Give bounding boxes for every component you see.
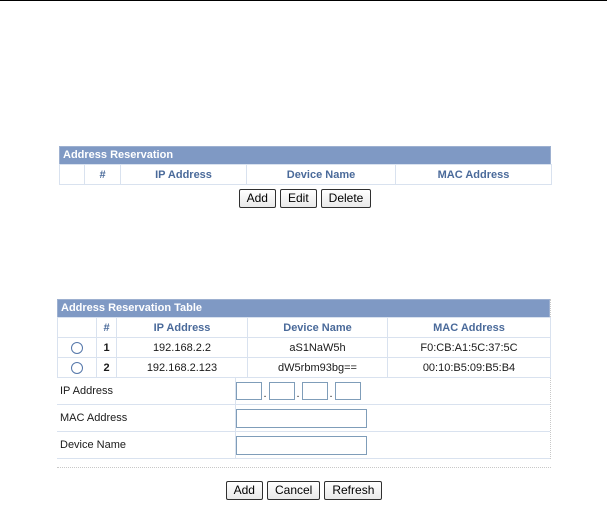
mac-address-field — [235, 404, 550, 432]
form-button-row: Add Cancel Refresh — [57, 481, 551, 500]
panel-title: Address Reservation Table — [57, 299, 550, 317]
ip-dot-separator: . — [329, 388, 333, 400]
mac-address-label: MAC Address — [57, 404, 236, 432]
cancel-button[interactable]: Cancel — [266, 481, 321, 500]
row-ip-address: 192.168.2.2 — [116, 337, 248, 358]
column-header-ip-address: IP Address — [116, 317, 248, 338]
mac-address-row: MAC Address — [57, 404, 550, 432]
column-header-select — [59, 164, 85, 185]
reservation-button-row: Add Edit Delete — [59, 189, 551, 208]
panel-title: Address Reservation — [59, 146, 551, 164]
panel-frame: Address Reservation Table # IP Address D… — [57, 299, 551, 459]
column-header-mac-address: MAC Address — [395, 164, 552, 185]
address-reservation-panel: Address Reservation # IP Address Device … — [59, 146, 552, 208]
ip-address-label: IP Address — [57, 378, 236, 405]
row-select-cell — [57, 337, 97, 358]
row-number: 2 — [96, 357, 117, 378]
reservation-table: # IP Address Device Name MAC Address 1 1… — [57, 317, 551, 378]
reservation-header-table: # IP Address Device Name MAC Address — [59, 164, 552, 185]
column-header-device-name: Device Name — [247, 317, 388, 338]
ip-octet-2-input[interactable] — [268, 382, 295, 400]
top-divider — [0, 0, 607, 1]
table-header-row: # IP Address Device Name MAC Address — [57, 317, 551, 338]
column-header-number: # — [84, 164, 121, 185]
ip-octet-1-input[interactable] — [235, 382, 262, 400]
column-header-mac-address: MAC Address — [387, 317, 551, 338]
ip-address-row: IP Address ... — [57, 378, 550, 405]
column-header-number: # — [96, 317, 117, 338]
ip-dot-separator: . — [263, 388, 267, 400]
delete-button[interactable]: Delete — [320, 189, 372, 208]
refresh-button[interactable]: Refresh — [324, 481, 383, 500]
row-device-name: dW5rbm93bg== — [247, 357, 388, 378]
select-radio[interactable] — [71, 361, 83, 374]
add-button[interactable]: Add — [225, 481, 263, 500]
ip-octet-3-input[interactable] — [301, 382, 328, 400]
row-mac-address: F0:CB:A1:5C:37:5C — [387, 337, 551, 358]
row-select-cell — [57, 357, 97, 378]
ip-dot-separator: . — [296, 388, 300, 400]
select-radio[interactable] — [71, 341, 83, 354]
row-number: 1 — [96, 337, 117, 358]
mac-address-input[interactable] — [235, 408, 367, 428]
add-button[interactable]: Add — [238, 189, 276, 208]
device-name-input[interactable] — [235, 435, 367, 455]
table-row: 1 192.168.2.2 aS1NaW5h F0:CB:A1:5C:37:5C — [57, 337, 551, 358]
row-ip-address: 192.168.2.123 — [116, 357, 248, 378]
device-name-row: Device Name — [57, 431, 550, 459]
edit-button[interactable]: Edit — [279, 189, 317, 208]
table-row: 2 192.168.2.123 dW5rbm93bg== 00:10:B5:09… — [57, 357, 551, 378]
column-header-select — [57, 317, 97, 338]
ip-octet-4-input[interactable] — [334, 382, 361, 400]
ip-address-field: ... — [235, 378, 550, 405]
address-reservation-table-panel: Address Reservation Table # IP Address D… — [57, 299, 551, 500]
column-header-ip-address: IP Address — [120, 164, 247, 185]
row-device-name: aS1NaW5h — [247, 337, 388, 358]
table-header-row: # IP Address Device Name MAC Address — [59, 164, 552, 185]
row-mac-address: 00:10:B5:09:B5:B4 — [387, 357, 551, 378]
device-name-label: Device Name — [57, 431, 236, 459]
column-header-device-name: Device Name — [246, 164, 396, 185]
section-divider — [57, 467, 551, 468]
reservation-form: IP Address ... MAC Address Device Name — [57, 378, 550, 459]
device-name-field — [235, 431, 550, 459]
